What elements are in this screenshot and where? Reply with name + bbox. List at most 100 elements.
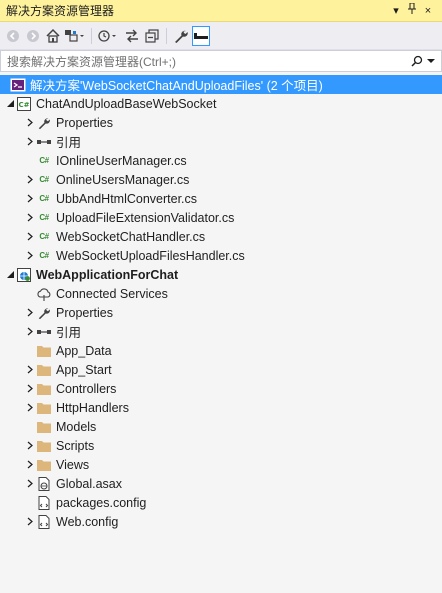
collapsed-arrow-icon[interactable] bbox=[24, 398, 36, 417]
tree-item-cs-file[interactable]: C# UbbAndHtmlConverter.cs bbox=[0, 189, 442, 208]
properties-wrench-button[interactable] bbox=[172, 26, 190, 46]
forward-button[interactable] bbox=[24, 26, 42, 46]
file-label: packages.config bbox=[56, 495, 147, 510]
project-label: WebApplicationForChat bbox=[36, 267, 179, 282]
properties-label: Properties bbox=[56, 115, 113, 130]
web-project-icon bbox=[16, 267, 32, 283]
collapsed-arrow-icon[interactable] bbox=[24, 303, 36, 322]
wrench-icon bbox=[36, 305, 52, 321]
tree-item-folder[interactable]: Scripts bbox=[0, 436, 442, 455]
search-box[interactable]: 搜索解决方案资源管理器(Ctrl+;) bbox=[0, 50, 442, 72]
collapsed-arrow-icon[interactable] bbox=[24, 474, 36, 493]
tree-item-project[interactable]: WebApplicationForChat bbox=[0, 265, 442, 284]
tree-item-properties[interactable]: Properties bbox=[0, 113, 442, 132]
file-label: WebSocketChatHandler.cs bbox=[56, 229, 206, 244]
project-label: ChatAndUploadBaseWebSocket bbox=[36, 96, 217, 111]
collapsed-arrow-icon[interactable] bbox=[24, 208, 36, 227]
tree-item-properties[interactable]: Properties bbox=[0, 303, 442, 322]
tree-item-global-asax[interactable]: Global.asax bbox=[0, 474, 442, 493]
csharp-file-icon: C# bbox=[39, 194, 49, 203]
tree-item-project[interactable]: C# ChatAndUploadBaseWebSocket bbox=[0, 94, 442, 113]
collapsed-arrow-icon[interactable] bbox=[24, 455, 36, 474]
toolbar-separator bbox=[166, 27, 167, 44]
toolbar bbox=[0, 22, 442, 50]
folder-icon bbox=[36, 343, 52, 359]
folder-label: HttpHandlers bbox=[56, 400, 129, 415]
config-file-icon bbox=[36, 495, 52, 511]
collapsed-arrow-icon[interactable] bbox=[24, 227, 36, 246]
tree-item-cs-file[interactable]: C# WebSocketChatHandler.cs bbox=[0, 227, 442, 246]
folder-label: Views bbox=[56, 457, 90, 472]
tree-item-connected-services[interactable]: Connected Services bbox=[0, 284, 442, 303]
tree-item-cs-file[interactable]: C# WebSocketUploadFilesHandler.cs bbox=[0, 246, 442, 265]
expanded-arrow-icon[interactable] bbox=[4, 265, 16, 284]
collapsed-arrow-icon[interactable] bbox=[24, 170, 36, 189]
folder-icon bbox=[36, 438, 52, 454]
pending-changes-filter-button[interactable] bbox=[97, 26, 121, 46]
global-asax-icon bbox=[36, 476, 52, 492]
config-file-icon bbox=[36, 514, 52, 530]
collapsed-arrow-icon[interactable] bbox=[24, 512, 36, 531]
tree-item-folder[interactable]: HttpHandlers bbox=[0, 398, 442, 417]
wrench-icon bbox=[36, 115, 52, 131]
pin-icon[interactable] bbox=[404, 2, 420, 18]
folder-label: Models bbox=[56, 419, 97, 434]
solution-icon bbox=[10, 77, 26, 93]
folder-icon bbox=[36, 400, 52, 416]
csharp-file-icon: C# bbox=[39, 175, 49, 184]
connected-services-icon bbox=[36, 286, 52, 302]
tree-item-folder[interactable]: App_Data bbox=[0, 341, 442, 360]
tree-item-cs-file[interactable]: C# IOnlineUserManager.cs bbox=[0, 151, 442, 170]
tree-item-cs-file[interactable]: C# UploadFileExtensionValidator.cs bbox=[0, 208, 442, 227]
collapsed-arrow-icon[interactable] bbox=[24, 379, 36, 398]
home-button[interactable] bbox=[44, 26, 62, 46]
csharp-project-icon: C# bbox=[16, 96, 32, 112]
references-label: 引用 bbox=[56, 136, 82, 150]
file-label: IOnlineUserManager.cs bbox=[56, 153, 187, 168]
folder-icon bbox=[36, 362, 52, 378]
csharp-file-icon: C# bbox=[39, 213, 49, 222]
sync-with-active-document-button[interactable] bbox=[123, 26, 141, 46]
csharp-file-icon: C# bbox=[39, 251, 49, 260]
tree-item-packages-config[interactable]: packages.config bbox=[0, 493, 442, 512]
window-title: 解决方案资源管理器 bbox=[6, 4, 115, 18]
collapse-all-button[interactable] bbox=[143, 26, 161, 46]
file-label: Web.config bbox=[56, 514, 119, 529]
tree-item-folder[interactable]: Views bbox=[0, 455, 442, 474]
collapsed-arrow-icon[interactable] bbox=[24, 436, 36, 455]
tree-item-folder[interactable]: Controllers bbox=[0, 379, 442, 398]
tree-item-web-config[interactable]: Web.config bbox=[0, 512, 442, 531]
folder-label: Scripts bbox=[56, 438, 95, 453]
search-input[interactable]: 搜索解决方案资源管理器(Ctrl+;) bbox=[7, 53, 411, 70]
collapsed-arrow-icon[interactable] bbox=[24, 132, 36, 151]
tree-item-folder[interactable]: Models bbox=[0, 417, 442, 436]
folder-label: App_Data bbox=[56, 343, 112, 358]
collapsed-arrow-icon[interactable] bbox=[24, 189, 36, 208]
references-icon bbox=[36, 324, 52, 340]
switch-views-button[interactable] bbox=[64, 26, 86, 46]
collapsed-arrow-icon[interactable] bbox=[24, 360, 36, 379]
tree-item-cs-file[interactable]: C# OnlineUsersManager.cs bbox=[0, 170, 442, 189]
tree-item-references[interactable]: 引用 bbox=[0, 322, 442, 341]
collapsed-arrow-icon[interactable] bbox=[24, 246, 36, 265]
expanded-arrow-icon[interactable] bbox=[4, 94, 16, 113]
file-label: WebSocketUploadFilesHandler.cs bbox=[56, 248, 245, 263]
references-icon bbox=[36, 134, 52, 150]
tree-item-solution[interactable]: 解决方案'WebSocketChatAndUploadFiles' (2 个项目… bbox=[0, 75, 442, 94]
collapsed-arrow-icon[interactable] bbox=[24, 322, 36, 341]
close-button[interactable]: × bbox=[420, 5, 436, 17]
references-label: 引用 bbox=[56, 326, 82, 340]
solution-tree: 解决方案'WebSocketChatAndUploadFiles' (2 个项目… bbox=[0, 72, 442, 531]
solution-label: 解决方案'WebSocketChatAndUploadFiles' (2 个项目… bbox=[30, 79, 323, 93]
connected-services-label: Connected Services bbox=[56, 286, 168, 301]
svg-text:C#: C# bbox=[18, 101, 29, 109]
tree-item-references[interactable]: 引用 bbox=[0, 132, 442, 151]
search-icon[interactable] bbox=[411, 55, 435, 67]
preview-selected-items-button[interactable] bbox=[192, 25, 210, 46]
dropdown-icon[interactable]: ▾ bbox=[388, 4, 404, 17]
tree-item-folder[interactable]: App_Start bbox=[0, 360, 442, 379]
collapsed-arrow-icon[interactable] bbox=[24, 113, 36, 132]
back-button[interactable] bbox=[4, 26, 22, 46]
file-label: Global.asax bbox=[56, 476, 123, 491]
folder-icon bbox=[36, 419, 52, 435]
